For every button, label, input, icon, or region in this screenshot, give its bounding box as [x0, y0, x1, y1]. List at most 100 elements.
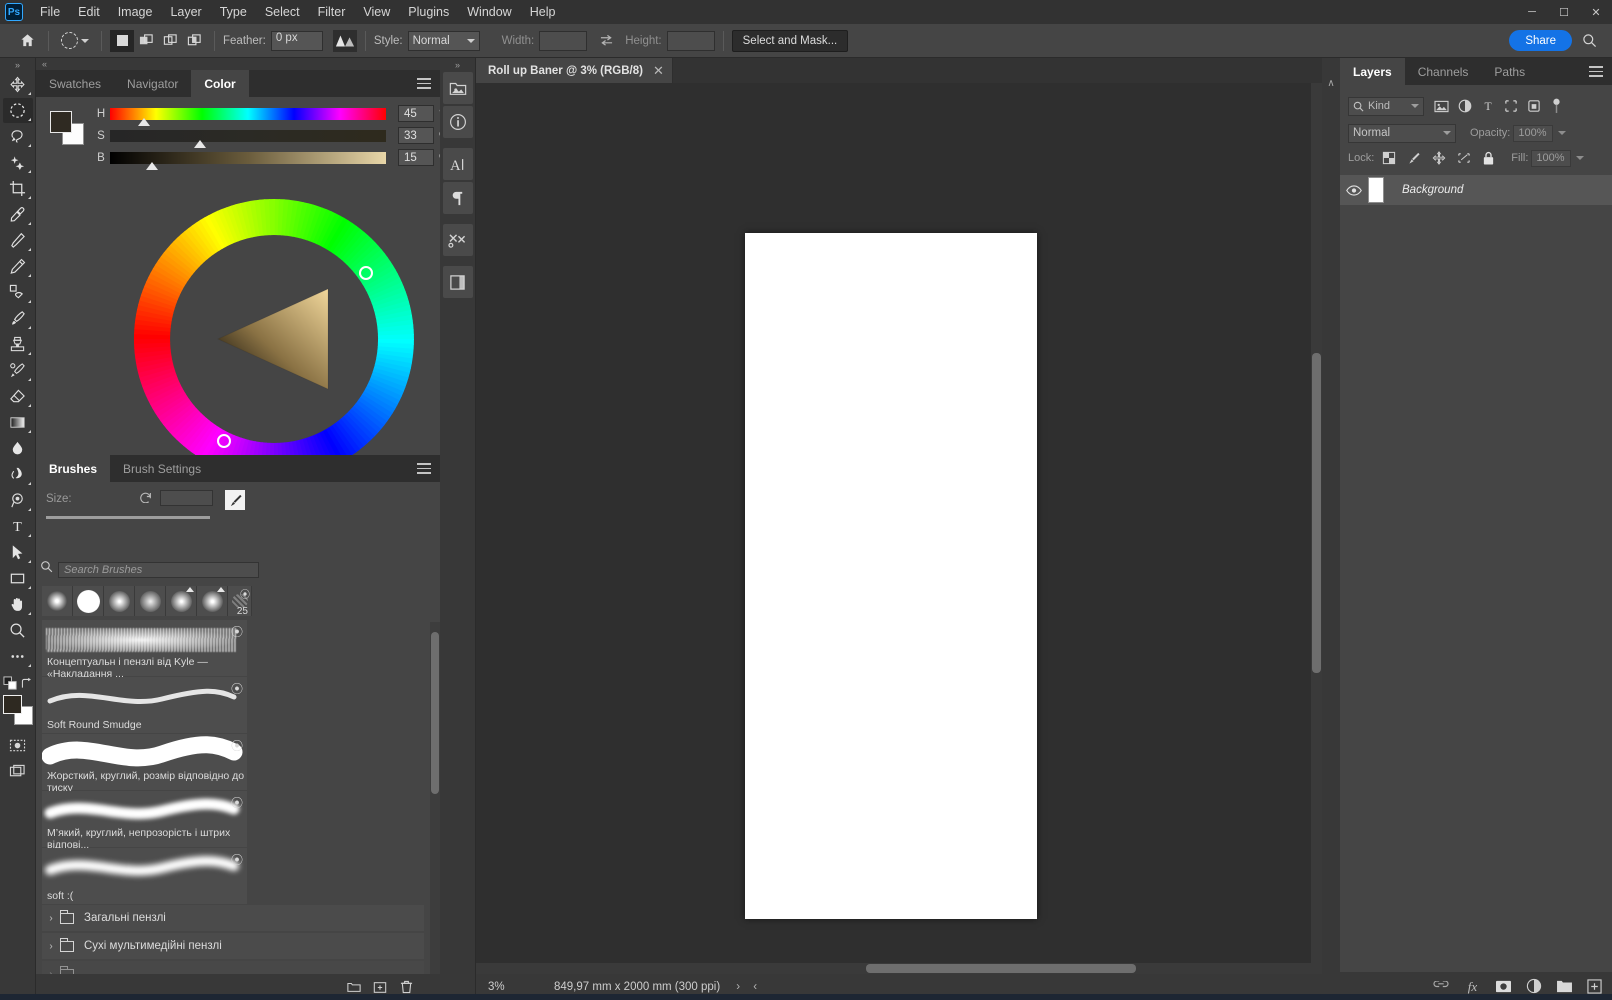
tab-layers[interactable]: Layers [1340, 58, 1405, 85]
panel-menu-icon[interactable] [1589, 66, 1603, 80]
libraries-icon[interactable] [442, 72, 473, 104]
chevron-right-icon[interactable]: › [42, 913, 60, 924]
edit-toolbar-tool[interactable] [3, 644, 33, 669]
filter-toggle-icon[interactable] [1550, 98, 1563, 114]
canvas-vertical-scrollbar[interactable] [1311, 83, 1322, 975]
brush-tip-2[interactable] [73, 586, 104, 616]
brush-size-input[interactable] [160, 490, 213, 506]
brush-folder-row[interactable]: › Сухі мультимедійні пензлі [42, 933, 424, 959]
chevron-down-icon[interactable] [1558, 131, 1567, 135]
brush-tip-4[interactable] [135, 586, 166, 616]
menu-edit[interactable]: Edit [69, 1, 109, 23]
share-button[interactable]: Share [1509, 30, 1572, 51]
expand-toolbar-icon[interactable]: » [0, 58, 35, 72]
hand-tool[interactable] [3, 592, 33, 617]
dodge-tool[interactable] [3, 462, 33, 487]
quick-mask-icon[interactable] [3, 733, 33, 758]
tab-swatches[interactable]: Swatches [36, 70, 115, 97]
rectangle-tool[interactable] [3, 566, 33, 591]
pixel-filter-icon[interactable] [1434, 100, 1449, 113]
foreground-color-swatch[interactable] [2, 695, 22, 714]
width-input[interactable] [539, 30, 588, 51]
search-brushes-input[interactable]: Search Brushes [58, 562, 259, 578]
history-brush-tool[interactable] [3, 358, 33, 383]
search-icon[interactable] [1576, 29, 1602, 53]
tab-channels[interactable]: Channels [1404, 58, 1482, 85]
move-tool[interactable] [3, 72, 33, 97]
paragraph-icon[interactable] [442, 182, 473, 214]
chevron-right-icon[interactable]: › [42, 941, 60, 952]
saturation-value[interactable]: 33 [398, 127, 434, 144]
lock-position-icon[interactable] [1432, 151, 1446, 165]
saturation-slider-thumb[interactable] [194, 139, 206, 148]
pen-tool[interactable] [3, 488, 33, 513]
intersect-with-selection-button[interactable] [182, 30, 206, 52]
lock-image-icon[interactable] [1407, 151, 1421, 165]
tab-paths[interactable]: Paths [1481, 58, 1539, 85]
add-to-selection-button[interactable] [134, 30, 158, 52]
feather-input[interactable]: 0 px [270, 30, 323, 51]
tab-navigator[interactable]: Navigator [114, 70, 192, 97]
foreground-color-swatch[interactable] [50, 111, 72, 133]
color-swatches[interactable] [2, 695, 33, 725]
tab-brush-settings[interactable]: Brush Settings [110, 455, 215, 482]
brightness-slider-thumb[interactable] [146, 161, 158, 170]
blur-tool[interactable] [3, 436, 33, 461]
new-layer-icon[interactable] [1587, 978, 1602, 994]
document-tab[interactable]: Roll up Baner @ 3% (RGB/8) ✕ [476, 58, 673, 83]
subtract-from-selection-button[interactable] [158, 30, 182, 52]
brightness-value[interactable]: 15 [398, 149, 434, 166]
brushes-scrollbar-thumb[interactable] [431, 632, 439, 794]
close-button[interactable]: ✕ [1580, 0, 1612, 24]
adjustments-icon[interactable] [442, 224, 473, 256]
tab-color[interactable]: Color [191, 70, 249, 97]
lock-transparent-icon[interactable] [1382, 151, 1396, 165]
blend-mode-select[interactable]: Normal [1348, 123, 1456, 143]
info-icon[interactable] [442, 106, 473, 138]
layer-kind-select[interactable]: Kind [1348, 96, 1424, 116]
menu-view[interactable]: View [354, 1, 399, 23]
character-icon[interactable]: A [442, 148, 473, 180]
lock-artboard-icon[interactable] [1457, 151, 1471, 165]
new-group-icon[interactable] [1556, 979, 1573, 993]
menu-type[interactable]: Type [211, 1, 256, 23]
menu-select[interactable]: Select [256, 1, 309, 23]
hue-slider[interactable] [110, 107, 386, 126]
pencil-brush-tool[interactable] [3, 254, 33, 279]
home-icon[interactable] [14, 29, 40, 53]
type-filter-icon[interactable]: T [1481, 99, 1495, 113]
table-row[interactable]: Background [1340, 175, 1612, 205]
adjustment-filter-icon[interactable] [1458, 99, 1472, 113]
patch-tool[interactable] [3, 280, 33, 305]
path-selection-tool[interactable] [3, 540, 33, 565]
maximize-button[interactable]: ☐ [1548, 0, 1580, 24]
layer-comps-icon[interactable] [442, 266, 473, 298]
reset-icon[interactable] [139, 490, 153, 503]
canvas-background[interactable] [476, 83, 1322, 975]
tool-preset-picker[interactable] [57, 28, 93, 54]
list-item[interactable]: ⦿ М’який, круглий, непрозорість і штрих … [42, 791, 247, 851]
expand-rail-icon[interactable]: » [440, 58, 475, 72]
collapse-panels-icon[interactable]: « [36, 58, 440, 70]
status-bar-arrows[interactable]: › ‹ [736, 981, 762, 993]
brush-size-slider[interactable] [46, 516, 210, 519]
menu-window[interactable]: Window [458, 1, 520, 23]
brush-tool[interactable] [3, 306, 33, 331]
layer-name[interactable]: Background [1402, 184, 1463, 196]
lock-all-icon[interactable] [1482, 151, 1495, 166]
zoom-level[interactable]: 3% [488, 981, 530, 993]
color-wheel[interactable] [132, 197, 416, 481]
hue-value[interactable]: 45 [398, 105, 434, 122]
collapse-right-dock-icon[interactable]: ∧ [1322, 58, 1340, 1000]
zoom-tool[interactable] [3, 618, 33, 643]
menu-filter[interactable]: Filter [309, 1, 355, 23]
adjustment-layer-icon[interactable] [1526, 978, 1542, 994]
canvas-vertical-thumb[interactable] [1312, 353, 1321, 673]
fx-icon[interactable]: fx [1464, 979, 1481, 994]
saturation-slider[interactable] [110, 129, 386, 148]
brushes-scrollbar[interactable] [430, 622, 440, 1000]
swap-arrows-icon[interactable] [593, 29, 619, 53]
brush-folder-row[interactable]: › Загальні пензлі [42, 905, 424, 931]
menu-help[interactable]: Help [521, 1, 565, 23]
brush-tip-7[interactable]: ⦿ 25 [228, 586, 252, 617]
